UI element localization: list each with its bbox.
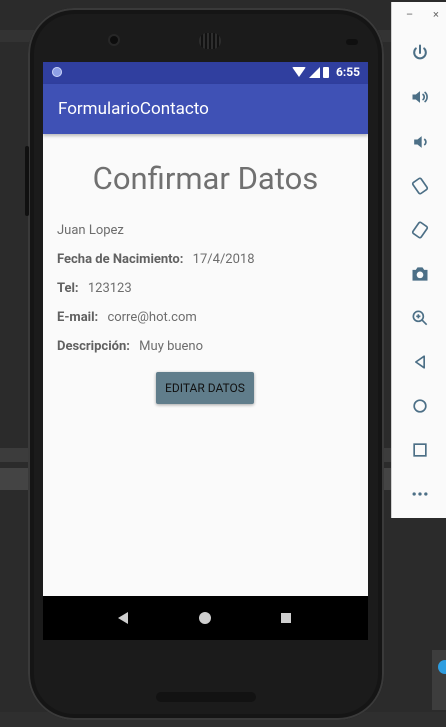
birth-label: Fecha de Nacimiento: [57, 252, 184, 267]
device-screen: 6:55 FormularioContacto Confirmar Datos … [43, 62, 368, 640]
close-button[interactable]: × [433, 8, 439, 21]
proximity-sensor [346, 39, 358, 45]
overview-icon[interactable] [409, 439, 431, 461]
tel-row: Tel: 123123 [57, 281, 132, 296]
power-icon[interactable] [409, 42, 431, 64]
emulator-window-controls: – × [392, 8, 446, 22]
volume-down-icon[interactable] [409, 131, 431, 153]
wifi-icon [291, 67, 306, 77]
earpiece-speaker [199, 33, 221, 49]
birth-value: 17/4/2018 [192, 252, 255, 267]
home-icon[interactable] [409, 395, 431, 417]
signal-icon [308, 66, 320, 78]
app-bar: FormularioContacto [43, 84, 368, 134]
edit-data-button[interactable]: EDITAR DATOS [156, 372, 254, 404]
name-value: Juan Lopez [57, 223, 124, 238]
email-row: E-mail: corre@hot.com [57, 310, 197, 325]
front-camera [110, 36, 118, 44]
status-time: 6:55 [335, 65, 360, 79]
volume-up-icon[interactable] [409, 86, 431, 108]
camera-icon[interactable] [409, 263, 431, 285]
description-row: Descripción: Muy bueno [57, 339, 203, 354]
confirm-content: Confirmar Datos Juan Lopez Fecha de Naci… [43, 134, 368, 596]
emulator-toolbar: – × [391, 2, 446, 518]
ide-side-panel [432, 650, 446, 710]
more-icon[interactable] [409, 483, 431, 505]
battery-icon [322, 66, 329, 78]
description-label: Descripción: [57, 339, 130, 354]
nav-back-icon[interactable] [118, 612, 128, 624]
email-label: E-mail: [57, 310, 99, 325]
bottom-speaker [156, 692, 256, 702]
nav-home-icon[interactable] [199, 612, 211, 624]
minimize-button[interactable]: – [406, 8, 413, 21]
rotate-left-icon[interactable] [409, 175, 431, 197]
status-bar: 6:55 [43, 62, 368, 84]
email-value: corre@hot.com [107, 310, 197, 325]
birth-row: Fecha de Nacimiento: 17/4/2018 [57, 252, 255, 267]
page-title: Confirmar Datos [92, 160, 319, 197]
rotate-right-icon[interactable] [409, 219, 431, 241]
app-title: FormularioContacto [58, 99, 209, 119]
navigation-bar [43, 596, 368, 640]
zoom-icon[interactable] [409, 307, 431, 329]
notification-dot [438, 660, 446, 674]
tel-value: 123123 [87, 281, 132, 296]
description-value: Muy bueno [139, 339, 204, 354]
nav-overview-icon[interactable] [281, 613, 291, 623]
notification-icon [52, 67, 62, 77]
tel-label: Tel: [57, 281, 79, 296]
status-icons: 6:55 [291, 65, 360, 79]
name-row: Juan Lopez [57, 223, 124, 238]
phone-side-button [25, 146, 29, 216]
back-icon[interactable] [409, 351, 431, 373]
